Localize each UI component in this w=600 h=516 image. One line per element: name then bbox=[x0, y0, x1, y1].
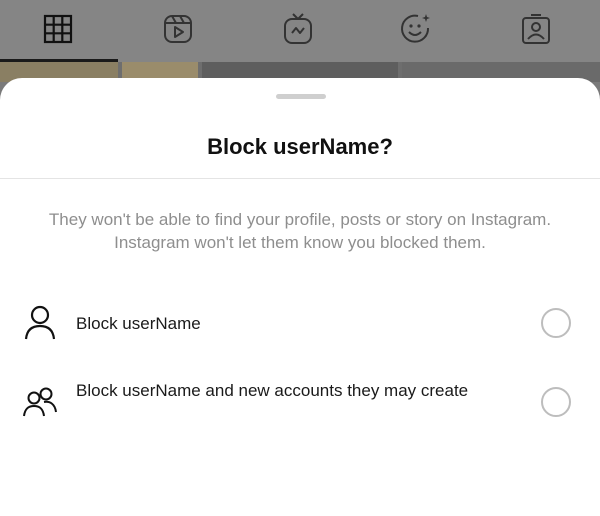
sheet-title: Block userName? bbox=[207, 134, 393, 159]
tab-grid[interactable] bbox=[40, 10, 76, 48]
block-description: They won't be able to find your profile,… bbox=[48, 210, 552, 252]
grid-icon bbox=[43, 14, 73, 44]
radio-button[interactable] bbox=[541, 308, 571, 338]
people-icon bbox=[22, 386, 60, 425]
option-block-user-and-new-accounts[interactable]: Block userName and new accounts they may… bbox=[0, 378, 600, 426]
igtv-icon bbox=[284, 13, 312, 44]
tagged-icon bbox=[522, 14, 550, 44]
option-label: Block userName and new accounts they may… bbox=[76, 381, 469, 400]
reels-icon bbox=[164, 15, 192, 43]
tab-tagged[interactable] bbox=[518, 10, 554, 48]
block-sheet: Block userName? They won't be able to fi… bbox=[0, 78, 600, 516]
option-label: Block userName bbox=[76, 314, 201, 333]
divider bbox=[0, 178, 600, 179]
guides-icon bbox=[401, 14, 430, 43]
sheet-grabber[interactable] bbox=[276, 94, 326, 99]
tab-igtv[interactable] bbox=[280, 10, 316, 48]
tab-reels[interactable] bbox=[160, 10, 196, 48]
radio-button[interactable] bbox=[541, 387, 571, 417]
tab-guides[interactable] bbox=[398, 10, 434, 48]
profile-tab-bar bbox=[0, 0, 600, 62]
person-icon bbox=[22, 304, 58, 347]
option-block-user[interactable]: Block userName bbox=[0, 304, 600, 344]
